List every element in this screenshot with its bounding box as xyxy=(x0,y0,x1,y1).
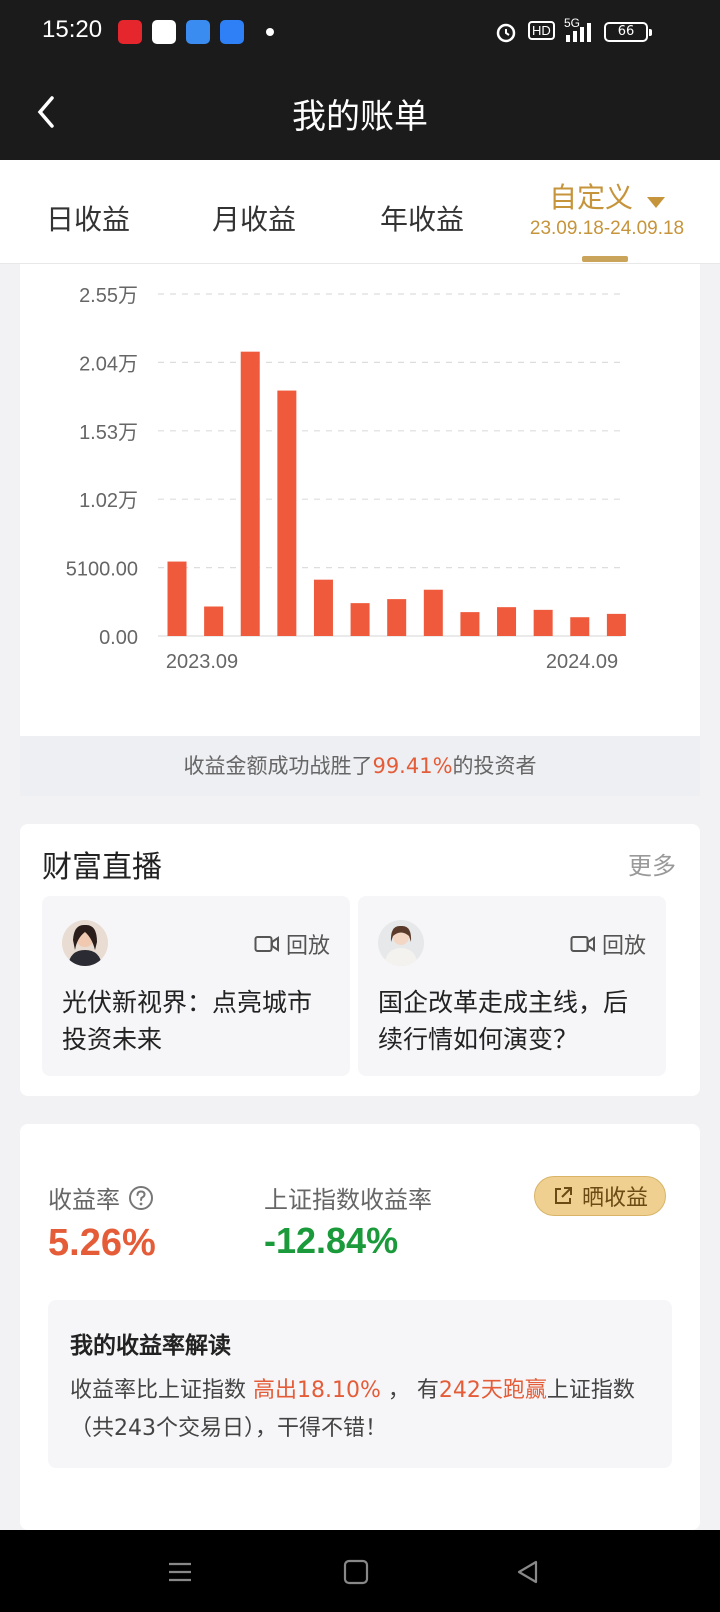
chart-bar xyxy=(350,603,370,636)
video-camera-icon xyxy=(570,936,595,952)
replay-text: 回放 xyxy=(601,934,646,959)
beat-prefix: 收益金额成功战胜了 xyxy=(183,754,373,778)
chart-bar xyxy=(277,390,297,636)
signal-icon xyxy=(566,23,591,42)
interp-part: 收益率比上证指数 xyxy=(70,1378,253,1403)
earnings-chart-card: 0.00 5100.00 1.02万 1.53万 2.04万 2.55万 2023.09 20… xyxy=(20,264,700,796)
tab-day[interactable]: 日收益 xyxy=(46,198,130,238)
interp-outperform: 高出18.10% xyxy=(253,1378,381,1403)
return-rate-label: 收益率 xyxy=(48,1180,154,1215)
share-earnings-button[interactable]: 晒收益 xyxy=(534,1176,666,1216)
battery-icon: 66 xyxy=(604,22,652,42)
beat-investors-text: 收益金额成功战胜了99.41%的投资者 xyxy=(20,736,700,796)
x-tick-label: 2024.09 xyxy=(546,651,618,673)
photo-app-icon xyxy=(186,20,210,44)
help-icon[interactable] xyxy=(128,1185,154,1211)
chart-bar xyxy=(167,561,187,636)
tab-month[interactable]: 月收益 xyxy=(212,198,296,238)
external-share-icon xyxy=(554,1187,572,1204)
notification-dot-icon xyxy=(266,28,274,36)
beat-percent: 99.41% xyxy=(372,754,453,778)
x-tick-label: 2023.09 xyxy=(166,651,238,673)
chart-bar xyxy=(387,599,407,636)
video-camera-icon xyxy=(254,936,279,952)
period-tabs: 日收益 月收益 年收益 自定义 23.09.18-24.09.18 xyxy=(0,160,720,264)
y-tick-label: 2.04万 xyxy=(79,353,138,375)
y-tick-label: 0.00 xyxy=(99,627,138,649)
chart-bar xyxy=(570,617,590,636)
chart-bar xyxy=(606,613,626,636)
date-range: 23.09.18-24.09.18 xyxy=(529,218,685,239)
return-rate-card: 收益率 5.26% 上证指数收益率 -12.84% 晒收益 我的收益率解读 收益… xyxy=(20,1124,700,1530)
nav-bar: 我的账单 xyxy=(0,64,720,160)
chart-bar xyxy=(204,606,224,636)
replay-label[interactable]: 回放 xyxy=(254,928,330,960)
index-return-value: -12.84% xyxy=(264,1220,399,1261)
interp-days-won: 242天跑赢 xyxy=(438,1378,547,1403)
wealth-live-card: 财富直播 更多 回放 光伏新视界：点亮城市投资未来 回放 国企改革走成主线，后续… xyxy=(20,824,700,1096)
back-triangle-icon[interactable] xyxy=(514,1558,542,1586)
beat-suffix: 的投资者 xyxy=(452,754,537,778)
return-interpretation: 我的收益率解读 收益率比上证指数 高出18.10% ， 有242天跑赢上证指数（… xyxy=(48,1300,672,1468)
chart-bar xyxy=(313,579,333,636)
y-tick-label: 1.53万 xyxy=(79,422,138,444)
tab-indicator xyxy=(582,256,628,262)
page-title: 我的账单 xyxy=(292,97,428,137)
avatar xyxy=(62,920,108,966)
chart-bar xyxy=(240,351,260,636)
status-bar: 15:20 HD 5G 66 xyxy=(0,0,720,64)
home-icon[interactable] xyxy=(342,1558,370,1586)
y-tick-label: 2.55万 xyxy=(79,285,138,307)
live-item[interactable]: 回放 光伏新视界：点亮城市投资未来 xyxy=(42,896,350,1076)
replay-label[interactable]: 回放 xyxy=(570,928,646,960)
chart-bar xyxy=(460,612,480,636)
interp-part: ， 有 xyxy=(380,1378,439,1403)
y-tick-label: 1.02万 xyxy=(79,490,138,512)
bank-app-icon xyxy=(118,20,142,44)
return-rate-label-text: 收益率 xyxy=(48,1186,120,1214)
return-rate-value: 5.26% xyxy=(48,1222,156,1264)
status-time: 15:20 xyxy=(42,16,103,43)
browser-app-icon xyxy=(220,20,244,44)
live-item-title: 国企改革走成主线，后续行情如何演变？ xyxy=(378,988,629,1054)
y-tick-label: 5100.00 xyxy=(66,559,138,581)
dropdown-triangle-icon xyxy=(647,197,665,208)
more-link[interactable]: 更多 xyxy=(628,846,676,881)
hd-icon: HD xyxy=(528,21,555,40)
chart-bar xyxy=(497,607,517,636)
tab-custom-label: 自定义 xyxy=(548,181,633,214)
share-button-label: 晒收益 xyxy=(581,1186,648,1211)
system-nav-bar xyxy=(0,1530,720,1612)
avatar xyxy=(378,920,424,966)
tab-custom[interactable]: 自定义 23.09.18-24.09.18 xyxy=(522,176,692,240)
replay-text: 回放 xyxy=(285,934,330,959)
baidu-app-icon xyxy=(152,20,176,44)
earnings-bar-chart: 0.00 5100.00 1.02万 1.53万 2.04万 2.55万 2023.09 20… xyxy=(66,285,626,673)
index-return-label: 上证指数收益率 xyxy=(264,1186,432,1214)
live-item-title: 光伏新视界：点亮城市投资未来 xyxy=(62,988,313,1054)
interpretation-text: 收益率比上证指数 高出18.10% ， 有242天跑赢上证指数（共243个交易日… xyxy=(70,1372,654,1448)
menu-icon[interactable] xyxy=(166,1558,194,1586)
interpretation-title: 我的收益率解读 xyxy=(70,1333,231,1359)
chart-bar xyxy=(423,589,443,636)
tab-year[interactable]: 年收益 xyxy=(380,198,464,238)
section-title: 财富直播 xyxy=(42,850,162,885)
chart-bar xyxy=(533,609,553,636)
live-item[interactable]: 回放 国企改革走成主线，后续行情如何演变？ xyxy=(358,896,666,1076)
alarm-icon xyxy=(496,23,516,43)
